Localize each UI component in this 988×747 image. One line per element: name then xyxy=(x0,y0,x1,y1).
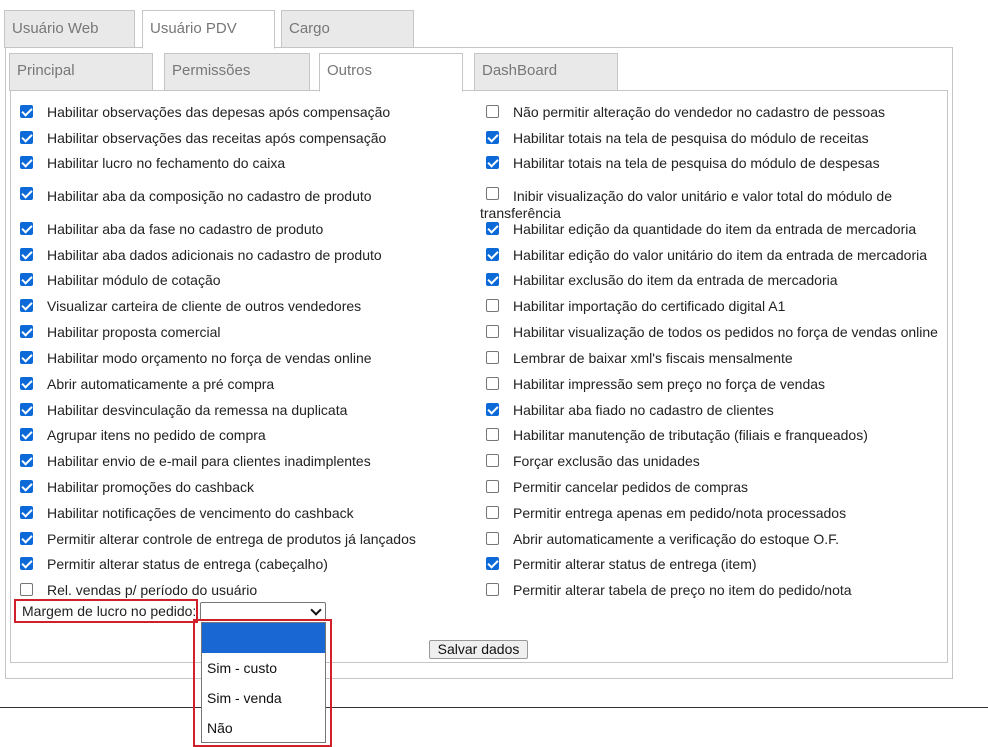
subtab-outros[interactable]: Outros xyxy=(319,53,463,92)
left-option-checkbox[interactable] xyxy=(20,557,33,570)
left-option-label: Permitir alterar controle de entrega de … xyxy=(47,531,416,547)
left-option-checkbox[interactable] xyxy=(20,454,33,467)
right-option-checkbox[interactable] xyxy=(486,377,499,390)
right-option-checkbox[interactable] xyxy=(486,454,499,467)
right-option-checkbox[interactable] xyxy=(486,248,499,261)
right-option-label: Permitir alterar tabela de preço no item… xyxy=(513,582,852,598)
subtab-dashboard[interactable]: DashBoard xyxy=(474,53,618,91)
tab-usuario-pdv[interactable]: Usuário PDV xyxy=(142,10,275,49)
left-option-checkbox[interactable] xyxy=(20,299,33,312)
left-option-checkbox[interactable] xyxy=(20,532,33,545)
left-option-label: Habilitar observações das depesas após c… xyxy=(47,104,391,120)
left-option-label: Abrir automaticamente a pré compra xyxy=(47,376,275,392)
dropdown-option-nao[interactable]: Não xyxy=(202,713,325,743)
right-option-label: Habilitar manutenção de tributação (fili… xyxy=(513,427,868,443)
save-button[interactable]: Salvar dados xyxy=(429,640,528,659)
left-option-checkbox[interactable] xyxy=(20,248,33,261)
left-option-checkbox[interactable] xyxy=(20,480,33,493)
left-option-label: Habilitar aba dados adicionais no cadast… xyxy=(47,247,382,263)
right-option-checkbox[interactable] xyxy=(486,403,499,416)
margin-dropdown-list: Sim - custo Sim - venda Não xyxy=(201,622,326,743)
left-option-label: Habilitar modo orçamento no força de ven… xyxy=(47,350,372,366)
tab-usuario-web[interactable]: Usuário Web xyxy=(4,10,135,48)
right-option-checkbox[interactable] xyxy=(486,325,499,338)
left-option-label: Habilitar envio de e-mail para clientes … xyxy=(47,453,371,469)
right-option-label: Habilitar totais na tela de pesquisa do … xyxy=(513,155,880,171)
left-option-label: Habilitar notificações de vencimento do … xyxy=(47,505,354,521)
right-option-checkbox[interactable] xyxy=(486,583,499,596)
right-option-checkbox[interactable] xyxy=(486,480,499,493)
chevron-down-icon xyxy=(310,604,322,616)
left-option-label: Rel. vendas p/ período do usuário xyxy=(47,582,258,598)
dropdown-option-sim-venda[interactable]: Sim - venda xyxy=(202,683,325,713)
right-option-label: Permitir entrega apenas em pedido/nota p… xyxy=(513,505,847,521)
right-option-checkbox[interactable] xyxy=(486,222,499,235)
right-option-label: Habilitar exclusão do item da entrada de… xyxy=(513,272,838,288)
left-option-checkbox[interactable] xyxy=(20,131,33,144)
right-option-label: Habilitar totais na tela de pesquisa do … xyxy=(513,130,869,146)
right-option-label: Habilitar aba fiado no cadastro de clien… xyxy=(513,402,774,418)
divider xyxy=(0,707,988,708)
right-option-label: Habilitar impressão sem preço no força d… xyxy=(513,376,826,392)
right-option-label: Habilitar importação do certificado digi… xyxy=(513,298,786,314)
left-option-checkbox[interactable] xyxy=(20,583,33,596)
margin-field-label-box: Margem de lucro no pedido: xyxy=(14,599,198,623)
right-option-label: Abrir automaticamente a verificação do e… xyxy=(513,531,840,547)
left-option-label: Habilitar aba da composição no cadastro … xyxy=(47,188,372,204)
right-option-label: Lembrar de baixar xml's fiscais mensalme… xyxy=(513,350,793,366)
right-option-label: Permitir alterar status de entrega (item… xyxy=(513,556,757,572)
dropdown-option-empty[interactable] xyxy=(202,623,325,653)
left-option-label: Habilitar aba da fase no cadastro de pro… xyxy=(47,221,324,237)
left-option-checkbox[interactable] xyxy=(20,105,33,118)
subtab-principal[interactable]: Principal xyxy=(9,53,153,91)
right-option-checkbox[interactable] xyxy=(486,428,499,441)
subtab-permissoes[interactable]: Permissões xyxy=(164,53,310,91)
right-option-label: Forçar exclusão das unidades xyxy=(513,453,700,469)
dropdown-option-sim-custo[interactable]: Sim - custo xyxy=(202,653,325,683)
margin-field-label: Margem de lucro no pedido: xyxy=(22,603,197,619)
left-option-label: Habilitar lucro no fechamento do caixa xyxy=(47,155,286,171)
left-option-label: Habilitar observações das receitas após … xyxy=(47,130,387,146)
right-option-label: Habilitar edição da quantidade do item d… xyxy=(513,221,917,237)
left-option-label: Habilitar promoções do cashback xyxy=(47,479,254,495)
tab-cargo[interactable]: Cargo xyxy=(281,10,414,48)
right-option-checkbox[interactable] xyxy=(486,532,499,545)
right-option-label: Habilitar visualização de todos os pedid… xyxy=(513,324,938,340)
right-option-checkbox[interactable] xyxy=(486,351,499,364)
left-option-label: Permitir alterar status de entrega (cabe… xyxy=(47,556,328,572)
left-option-checkbox[interactable] xyxy=(20,187,33,200)
right-option-checkbox[interactable] xyxy=(486,273,499,286)
left-option-checkbox[interactable] xyxy=(20,351,33,364)
right-option-checkbox[interactable] xyxy=(486,105,499,118)
left-option-checkbox[interactable] xyxy=(20,428,33,441)
right-option-label: Permitir cancelar pedidos de compras xyxy=(513,479,748,495)
right-option-label: Habilitar edição do valor unitário do it… xyxy=(513,247,928,263)
left-option-checkbox[interactable] xyxy=(20,377,33,390)
left-option-checkbox[interactable] xyxy=(20,506,33,519)
left-option-checkbox[interactable] xyxy=(20,273,33,286)
left-option-label: Visualizar carteira de cliente de outros… xyxy=(47,298,362,314)
left-option-checkbox[interactable] xyxy=(20,156,33,169)
right-option-checkbox[interactable] xyxy=(486,557,499,570)
left-option-label: Habilitar módulo de cotação xyxy=(47,272,221,288)
left-option-label: Agrupar itens no pedido de compra xyxy=(47,427,266,443)
right-option-checkbox[interactable] xyxy=(486,131,499,144)
right-option-label: Não permitir alteração do vendedor no ca… xyxy=(513,104,885,120)
left-option-checkbox[interactable] xyxy=(20,222,33,235)
left-option-label: Habilitar desvinculação da remessa na du… xyxy=(47,402,348,418)
right-option-checkbox[interactable] xyxy=(486,299,499,312)
left-option-label: Habilitar proposta comercial xyxy=(47,324,221,340)
right-option-label: Inibir visualização do valor unitário e … xyxy=(480,188,892,221)
right-option-checkbox[interactable] xyxy=(486,156,499,169)
left-option-checkbox[interactable] xyxy=(20,325,33,338)
right-option-checkbox[interactable] xyxy=(486,506,499,519)
left-option-checkbox[interactable] xyxy=(20,403,33,416)
